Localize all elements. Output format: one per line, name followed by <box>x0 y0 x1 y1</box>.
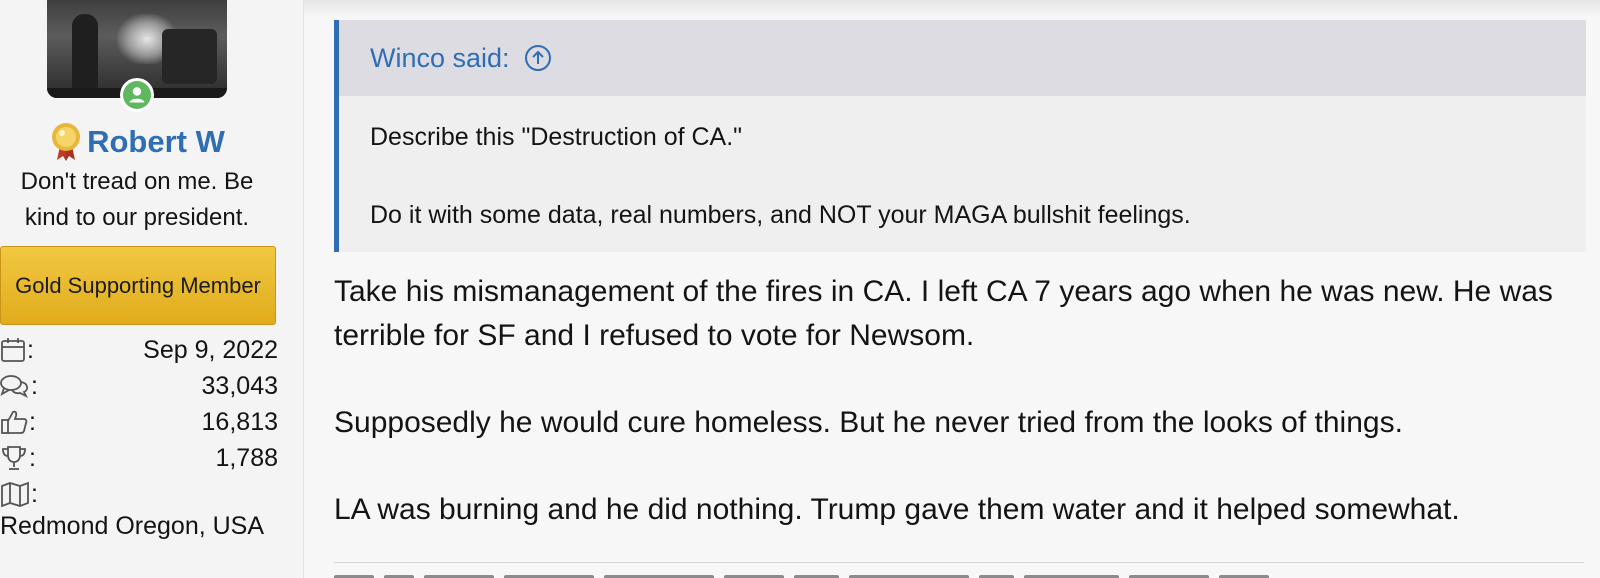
map-icon <box>1 481 29 507</box>
post-message: Take his mismanagement of the fires in C… <box>334 270 1584 532</box>
online-status-icon <box>120 78 154 112</box>
stat-points: : 1,788 <box>0 440 278 476</box>
post-content: Winco said: Describe this "Destruction o… <box>304 0 1600 578</box>
post-paragraph: LA was burning and he did nothing. Trump… <box>334 493 1460 526</box>
messages-icon <box>0 375 29 399</box>
stat-messages: : 33,043 <box>0 368 278 404</box>
username[interactable]: Robert W <box>87 124 225 160</box>
user-stats: : Sep 9, 2022 : 33,043: 16,813: 1,788 … <box>0 332 278 512</box>
post-paragraph: Supposedly he would cure homeless. But h… <box>334 406 1403 439</box>
quote-line: Do it with some data, real numbers, and … <box>370 201 1191 229</box>
quote-body: Describe this "Destruction of CA." Do it… <box>339 96 1586 234</box>
stat-value: 16,813 <box>201 407 278 436</box>
user-banner: Gold Supporting Member <box>0 246 276 325</box>
username-row: Robert W <box>0 122 274 162</box>
trophy-icon <box>2 446 26 470</box>
stat-location-label: : <box>0 476 278 512</box>
user-title: Don't tread on me. Be kind to our presid… <box>20 168 254 231</box>
stat-value: 33,043 <box>201 371 278 400</box>
user-location[interactable]: Redmond Oregon, USA <box>0 512 264 541</box>
calendar-icon <box>1 338 25 362</box>
quote-author[interactable]: Winco said: <box>370 43 510 74</box>
quote-header[interactable]: Winco said: <box>339 20 1586 96</box>
medal-icon <box>52 123 81 161</box>
thumbs-up-icon <box>1 410 28 434</box>
post-paragraph: Take his mismanagement of the fires in C… <box>334 275 1553 352</box>
arrow-up-circle-icon[interactable] <box>524 44 552 72</box>
signature-cutoff <box>334 570 1584 578</box>
stat-value: Sep 9, 2022 <box>143 335 278 364</box>
forum-post-page: Robert W Don't tread on me. Be kind to o… <box>0 0 1600 578</box>
stat-reactions: : 16,813 <box>0 404 278 440</box>
user-sidebar: Robert W Don't tread on me. Be kind to o… <box>0 0 304 578</box>
signature-divider <box>334 562 1584 563</box>
quote-block: Winco said: Describe this "Destruction o… <box>334 20 1586 252</box>
stat-value: 1,788 <box>215 443 278 472</box>
quote-line: Describe this "Destruction of CA." <box>370 123 743 151</box>
stat-joined: : Sep 9, 2022 <box>0 332 278 368</box>
